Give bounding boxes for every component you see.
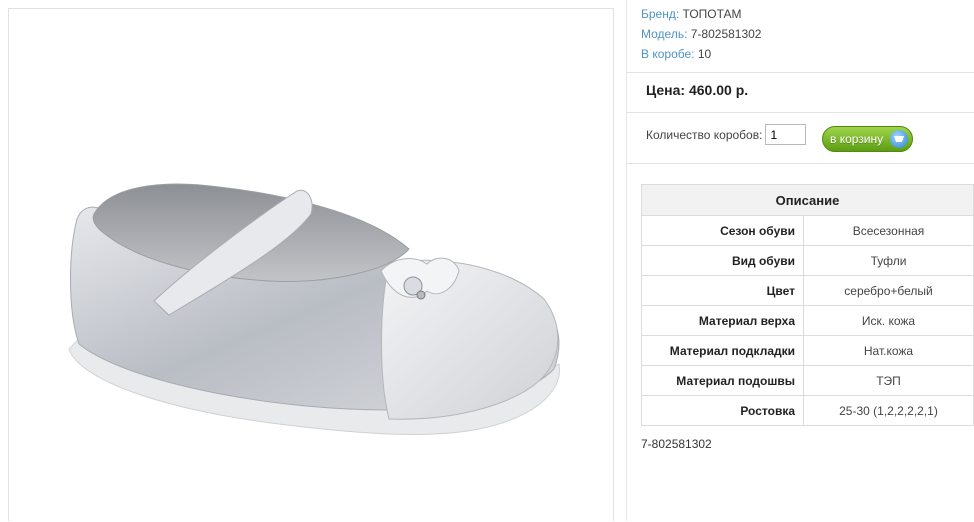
- table-row: Цвет серебро+белый: [641, 275, 974, 306]
- spec-label: Сезон обуви: [641, 215, 804, 246]
- meta-box-label[interactable]: В коробе:: [641, 47, 695, 61]
- spec-label: Материал верха: [641, 305, 804, 336]
- spec-value: Иск. кожа: [803, 305, 974, 336]
- cart-icon: [890, 130, 908, 148]
- spec-label: Ростовка: [641, 395, 804, 426]
- divider: [627, 163, 974, 164]
- table-row: Ростовка 25-30 (1,2,2,2,2,1): [641, 395, 974, 426]
- spec-label: Материал подошвы: [641, 365, 804, 396]
- divider: [627, 112, 974, 113]
- table-row: Материал подошвы ТЭП: [641, 365, 974, 396]
- product-code: 7-802581302: [641, 437, 712, 451]
- product-image[interactable]: [8, 8, 614, 521]
- meta-box: В коробе: 10: [641, 44, 761, 64]
- price: Цена: 460.00 р.: [646, 82, 749, 98]
- quantity-input[interactable]: [765, 124, 807, 145]
- meta-brand-value: ТОПОТАМ: [682, 7, 742, 21]
- table-row: Материал подкладки Нат.кожа: [641, 335, 974, 366]
- quantity-label: Количество коробов:: [646, 127, 763, 142]
- spec-value: 25-30 (1,2,2,2,2,1): [803, 395, 974, 426]
- spec-value: Нат.кожа: [803, 335, 974, 366]
- spec-value: серебро+белый: [803, 275, 974, 306]
- spec-header: Описание: [641, 184, 974, 216]
- table-row: Материал верха Иск. кожа: [641, 305, 974, 336]
- meta-model: Модель: 7-802581302: [641, 24, 761, 44]
- meta-model-label[interactable]: Модель:: [641, 27, 687, 41]
- spec-value: Туфли: [803, 245, 974, 276]
- column-divider: [626, 0, 627, 521]
- spec-value: Всесезонная: [803, 215, 974, 246]
- add-to-cart-label: в корзину: [830, 132, 884, 146]
- spec-value: ТЭП: [803, 365, 974, 396]
- spec-label: Материал подкладки: [641, 335, 804, 366]
- divider: [627, 72, 974, 73]
- table-row: Сезон обуви Всесезонная: [641, 215, 974, 246]
- spec-header-row: Описание: [641, 184, 974, 216]
- quantity-row: Количество коробов:: [646, 124, 807, 145]
- table-row: Вид обуви Туфли: [641, 245, 974, 276]
- spec-label: Цвет: [641, 275, 804, 306]
- meta-model-value: 7-802581302: [690, 27, 762, 41]
- product-meta: Бренд: ТОПОТАМ Модель: 7-802581302 В кор…: [641, 4, 761, 64]
- meta-box-value: 10: [697, 47, 712, 61]
- spec-label: Вид обуви: [641, 245, 804, 276]
- add-to-cart-button[interactable]: в корзину: [822, 126, 913, 152]
- shoe-illustration: [68, 183, 560, 435]
- meta-brand-label[interactable]: Бренд:: [641, 7, 679, 21]
- meta-brand: Бренд: ТОПОТАМ: [641, 4, 761, 24]
- spec-table: Описание Сезон обуви Всесезонная Вид обу…: [641, 184, 974, 426]
